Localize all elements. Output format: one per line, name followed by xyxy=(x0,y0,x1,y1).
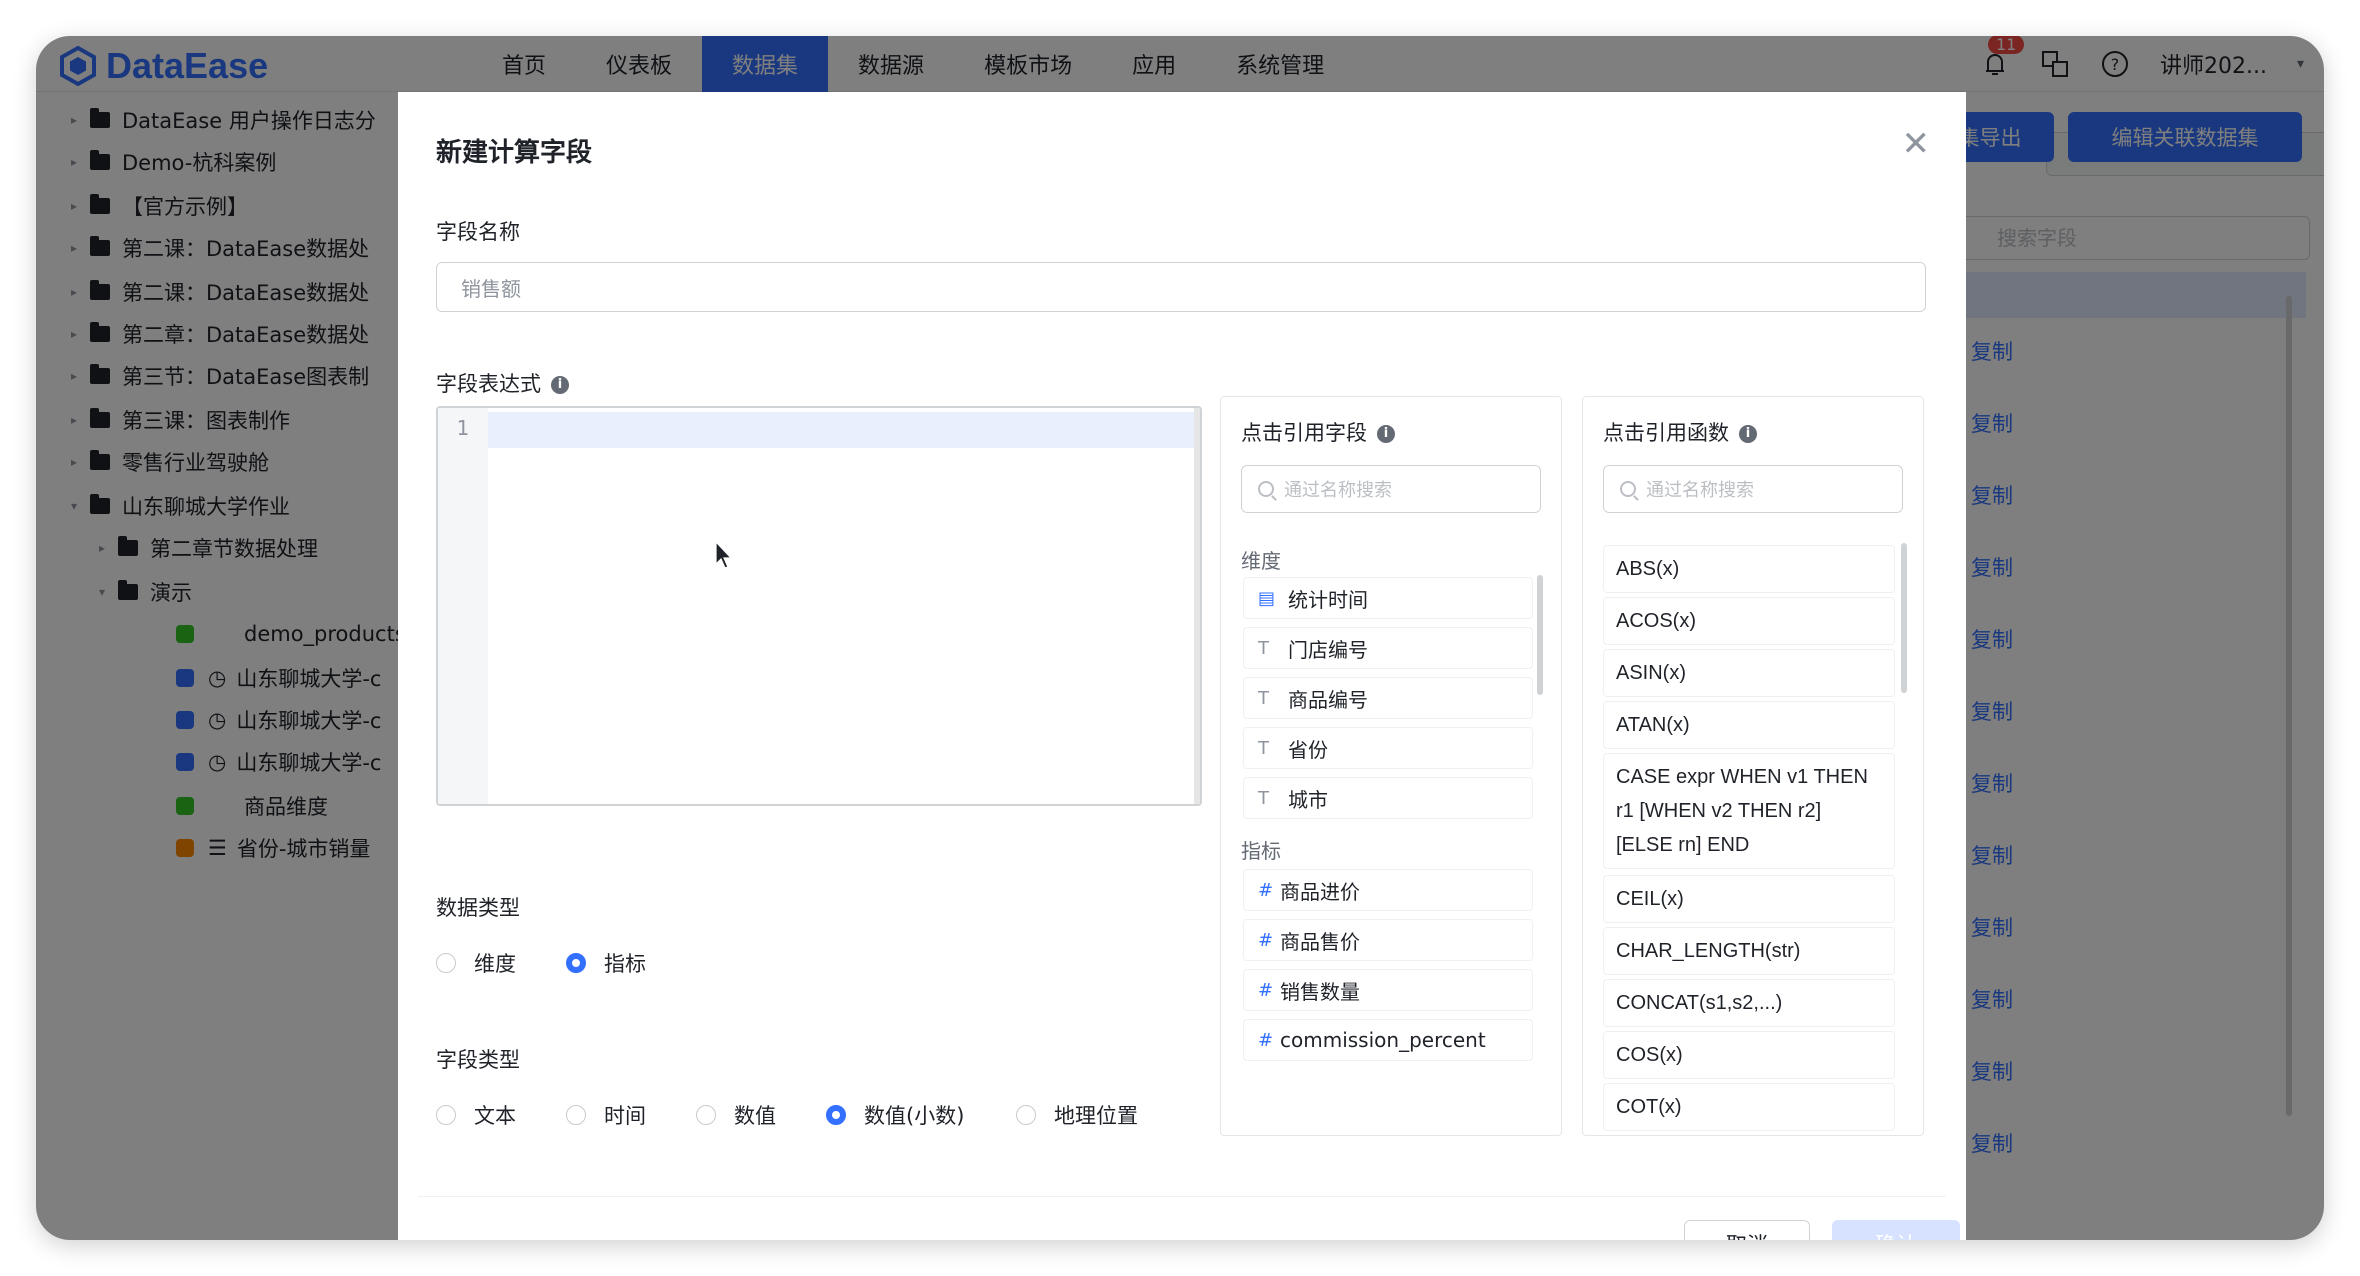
data-type-measure-radio[interactable]: 指标 xyxy=(566,948,646,978)
field-type-decimal-radio[interactable]: 数值(小数) xyxy=(826,1100,964,1130)
field-item[interactable]: # 商品进价 xyxy=(1243,869,1533,911)
radio-icon[interactable] xyxy=(1016,1105,1036,1125)
radio-icon[interactable] xyxy=(436,1105,456,1125)
confirm-button[interactable]: 确认 xyxy=(1832,1220,1960,1240)
field-item[interactable]: T 城市 xyxy=(1243,777,1533,819)
expression-label: 字段表达式 i xyxy=(436,368,569,398)
field-name-input[interactable]: 销售额 xyxy=(436,262,1926,312)
field-item[interactable]: # commission_percent xyxy=(1243,1019,1533,1061)
function-item[interactable]: ASIN(x) xyxy=(1603,649,1895,697)
line-number: 1 xyxy=(456,416,470,440)
app-window: DataEase 首页 仪表板 数据集 数据源 模板市场 应用 系统管理 11 … xyxy=(36,36,2324,1240)
field-type-text-radio[interactable]: 文本 xyxy=(436,1100,516,1130)
function-item[interactable]: CASE expr WHEN v1 THEN r1 [WHEN v2 THEN … xyxy=(1603,753,1895,869)
function-item[interactable]: ATAN(x) xyxy=(1603,701,1895,749)
field-item[interactable]: T 省份 xyxy=(1243,727,1533,769)
text-type-icon: T xyxy=(1258,637,1269,659)
function-item[interactable]: CONCAT(s1,s2,...) xyxy=(1603,979,1895,1027)
number-type-icon: # xyxy=(1258,879,1274,901)
radio-icon[interactable] xyxy=(436,953,456,973)
radio-icon[interactable] xyxy=(566,1105,586,1125)
data-type-label: 数据类型 xyxy=(436,896,520,920)
field-panel-title: 点击引用字段 i xyxy=(1241,417,1395,447)
function-scrollbar[interactable] xyxy=(1901,543,1907,693)
mouse-pointer-icon xyxy=(715,540,733,569)
calendar-icon: ▤ xyxy=(1258,587,1276,609)
field-item[interactable]: T 门店编号 xyxy=(1243,627,1533,669)
expression-editor[interactable]: 1 xyxy=(436,406,1202,806)
measure-group-title: 指标 xyxy=(1241,839,1281,863)
text-type-icon: T xyxy=(1258,687,1269,709)
radio-checked-icon[interactable] xyxy=(826,1105,846,1125)
field-search-input[interactable]: 通过名称搜索 xyxy=(1241,465,1541,513)
field-type-geo-radio[interactable]: 地理位置 xyxy=(1016,1100,1138,1130)
field-item[interactable]: T 商品编号 xyxy=(1243,677,1533,719)
info-icon[interactable]: i xyxy=(1739,425,1757,443)
field-item[interactable]: ▤ 统计时间 xyxy=(1243,577,1533,619)
info-icon[interactable]: i xyxy=(1377,425,1395,443)
function-panel-title: 点击引用函数 i xyxy=(1603,417,1757,447)
text-type-icon: T xyxy=(1258,737,1269,759)
function-reference-panel: 点击引用函数 i 通过名称搜索 ABS(x) ACOS(x) ASIN(x) AT… xyxy=(1582,396,1924,1136)
field-type-label: 字段类型 xyxy=(436,1048,520,1072)
search-icon xyxy=(1258,481,1274,497)
function-item[interactable]: ACOS(x) xyxy=(1603,597,1895,645)
function-item[interactable]: COS(x) xyxy=(1603,1031,1895,1079)
number-type-icon: # xyxy=(1258,929,1274,951)
info-icon[interactable]: i xyxy=(551,376,569,394)
dialog-title: 新建计算字段 xyxy=(436,138,593,168)
field-type-number-radio[interactable]: 数值 xyxy=(696,1100,776,1130)
function-search-input[interactable]: 通过名称搜索 xyxy=(1603,465,1903,513)
field-name-label: 字段名称 xyxy=(436,220,520,244)
data-type-dimension-radio[interactable]: 维度 xyxy=(436,948,516,978)
search-icon xyxy=(1620,481,1636,497)
function-item[interactable]: COT(x) xyxy=(1603,1083,1895,1131)
dimension-scrollbar[interactable] xyxy=(1537,575,1543,695)
field-reference-panel: 点击引用字段 i 通过名称搜索 维度 ▤ 统计时间 T 门店编号 T 商品编号 T 省份 … xyxy=(1220,396,1562,1136)
function-item[interactable]: CEIL(x) xyxy=(1603,875,1895,923)
function-item[interactable]: CHAR_LENGTH(str) xyxy=(1603,927,1895,975)
active-line xyxy=(488,412,1194,448)
field-item[interactable]: # 商品售价 xyxy=(1243,919,1533,961)
number-type-icon: # xyxy=(1258,979,1274,1001)
calc-field-dialog: 新建计算字段 ✕ 字段名称 销售额 字段表达式 i 1 数据类型 维度 指标 字段… xyxy=(398,92,1966,1240)
radio-checked-icon[interactable] xyxy=(566,953,586,973)
number-type-icon: # xyxy=(1258,1029,1274,1051)
cancel-button[interactable]: 取消 xyxy=(1684,1220,1810,1240)
editor-scrollbar[interactable] xyxy=(1194,408,1200,804)
line-gutter: 1 xyxy=(438,408,488,804)
radio-icon[interactable] xyxy=(696,1105,716,1125)
function-item[interactable]: ABS(x) xyxy=(1603,545,1895,593)
text-type-icon: T xyxy=(1258,787,1269,809)
footer-divider xyxy=(418,1196,1946,1197)
field-item[interactable]: # 销售数量 xyxy=(1243,969,1533,1011)
close-icon[interactable]: ✕ xyxy=(1902,124,1931,164)
dimension-group-title: 维度 xyxy=(1241,549,1281,573)
field-type-time-radio[interactable]: 时间 xyxy=(566,1100,646,1130)
